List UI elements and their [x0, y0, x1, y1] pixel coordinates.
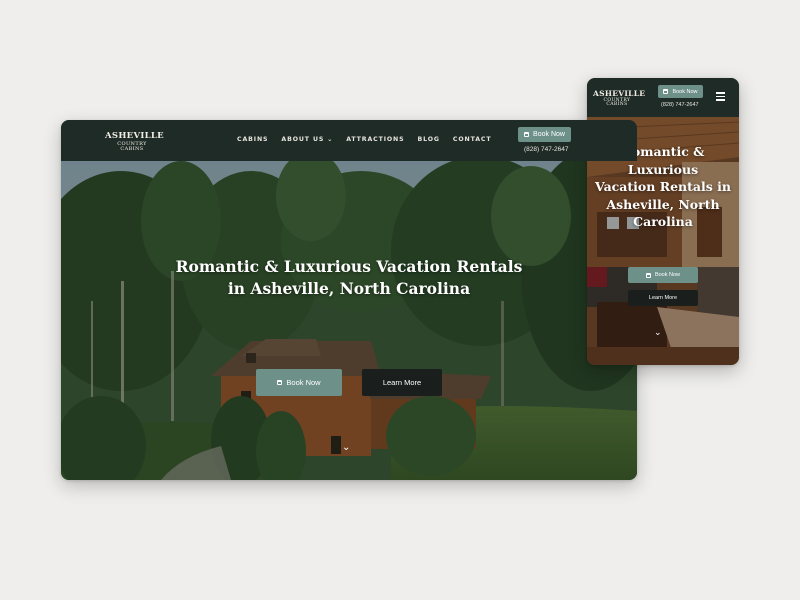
- hero-book-now-button[interactable]: Book Now: [256, 369, 342, 396]
- calendar-icon: [524, 132, 530, 137]
- mobile-site-logo[interactable]: ASHEVILLE COUNTRY CABINS: [593, 89, 646, 108]
- nav-item-attractions[interactable]: ATTRACTIONS: [346, 136, 404, 143]
- nav-label: CABINS: [237, 136, 269, 143]
- book-now-label: Book Now: [672, 88, 698, 95]
- book-now-label: Book Now: [286, 378, 321, 387]
- hamburger-icon[interactable]: [716, 92, 725, 101]
- mobile-header: ASHEVILLE COUNTRY CABINS Book Now (828) …: [587, 78, 739, 117]
- mobile-scroll-down-chevron-icon[interactable]: ⌄: [654, 328, 662, 337]
- calendar-icon: [663, 89, 669, 94]
- nav-label: ATTRACTIONS: [346, 136, 405, 143]
- nav-label: ABOUT US: [281, 136, 325, 143]
- nav-item-blog[interactable]: BLOG: [418, 136, 440, 143]
- nav-item-contact[interactable]: CONTACT: [453, 136, 492, 143]
- mobile-hero-learn-more-button[interactable]: Learn More: [628, 290, 698, 306]
- site-header: ASHEVILLE COUNTRY CABINS CABINS ABOUT US…: [61, 120, 637, 161]
- nav-label: CONTACT: [452, 136, 492, 143]
- nav-item-about-us[interactable]: ABOUT US ⌄: [281, 136, 333, 143]
- book-now-label: Book Now: [533, 131, 565, 138]
- scroll-down-chevron-icon[interactable]: ⌄: [342, 443, 350, 453]
- logo-line1: ASHEVILLE: [593, 89, 646, 98]
- hero-learn-more-button[interactable]: Learn More: [362, 369, 442, 396]
- hero-title-line2: in Asheville, North Carolina: [227, 279, 471, 298]
- nav-label: BLOG: [417, 136, 440, 143]
- main-nav: CABINS ABOUT US ⌄ ATTRACTIONS BLOG CONTAC…: [237, 136, 491, 143]
- site-logo[interactable]: ASHEVILLE COUNTRY CABINS: [105, 131, 164, 152]
- hero-title-line1: Romantic & Luxurious Vacation Rentals: [175, 257, 523, 276]
- mobile-header-book-now-button[interactable]: Book Now: [658, 85, 703, 98]
- book-now-label: Book Now: [654, 272, 681, 278]
- hero-title: Romantic & Luxurious Vacation Rentals in…: [61, 256, 637, 300]
- calendar-icon: [277, 380, 283, 385]
- chevron-down-icon: ⌄: [327, 136, 334, 143]
- calendar-icon: [645, 272, 651, 278]
- hero-image: [61, 161, 637, 480]
- mobile-hero-title-line5: Carolina: [633, 214, 693, 229]
- nav-item-cabins[interactable]: CABINS: [237, 136, 268, 143]
- phone-number[interactable]: (828) 747-2647: [524, 146, 568, 153]
- mobile-hero-book-now-button[interactable]: Book Now: [628, 267, 698, 283]
- logo-line2: COUNTRY CABINS: [603, 97, 631, 107]
- logo-line1: ASHEVILLE: [105, 131, 164, 141]
- mobile-hero-title-line4: Asheville, North: [606, 196, 720, 212]
- mobile-hero-title-line2: Luxurious: [627, 161, 699, 177]
- mobile-hero-title-line3: Vacation Rentals in: [595, 179, 731, 194]
- learn-more-label: Learn More: [382, 378, 422, 387]
- hero-section: Romantic & Luxurious Vacation Rentals in…: [61, 161, 637, 480]
- learn-more-label: Learn More: [648, 295, 678, 301]
- desktop-mockup: ASHEVILLE COUNTRY CABINS CABINS ABOUT US…: [61, 120, 637, 480]
- mobile-phone-number[interactable]: (828) 747-2647: [661, 102, 699, 108]
- header-book-now-button[interactable]: Book Now: [518, 127, 571, 142]
- logo-line2: COUNTRY CABINS: [117, 140, 147, 152]
